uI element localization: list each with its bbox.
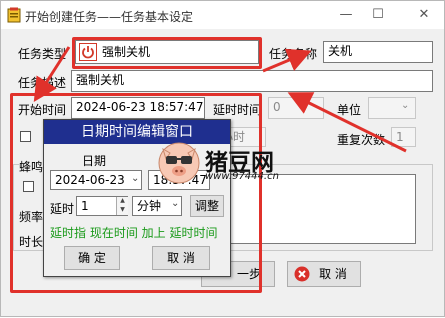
dialog-hint: 延时指 现在时间 加上 延时时间: [50, 226, 218, 240]
dialog-unit-value: 分钟: [137, 199, 162, 213]
adjust-button[interactable]: 调整: [190, 195, 224, 217]
dialog-ok-label: 确 定: [78, 251, 106, 265]
delay-spinner[interactable]: ▲ ▼: [116, 197, 128, 215]
dialog-ok-button[interactable]: 确 定: [64, 246, 120, 270]
adjust-button-label: 调整: [194, 199, 219, 213]
dialog-cancel-label: 取 消: [167, 251, 195, 265]
dialog-date-label: 日期: [82, 154, 107, 168]
main-window: 开始创建任务——任务基本设定 — ☐ ✕ 任务类型 强制关机 任务名称 关机 任…: [0, 0, 445, 317]
arrow-to-task-type: [33, 46, 71, 103]
watermark-url: www.97444.cn: [205, 171, 279, 182]
dialog-date-field[interactable]: 2024-06-23: [50, 170, 142, 190]
dialog-cancel-button[interactable]: 取 消: [152, 246, 210, 270]
unit-dropdown-icon: ⌄: [171, 198, 180, 209]
datetime-dialog: 日期时间编辑窗口 日期 2024-06-23 ⌄ 18:57:47 延时 1 ▲…: [43, 119, 231, 277]
arrow-to-task-name: [262, 48, 312, 73]
dialog-date-value: 2024-06-23: [55, 173, 125, 187]
arrow-to-close: [287, 92, 407, 153]
dialog-delay-label: 延时: [50, 202, 75, 216]
pig-logo: [156, 139, 202, 185]
dialog-delay-value: 1: [81, 199, 89, 213]
dialog-title: 日期时间编辑窗口: [44, 120, 230, 144]
date-dropdown-icon: ⌄: [131, 173, 140, 184]
